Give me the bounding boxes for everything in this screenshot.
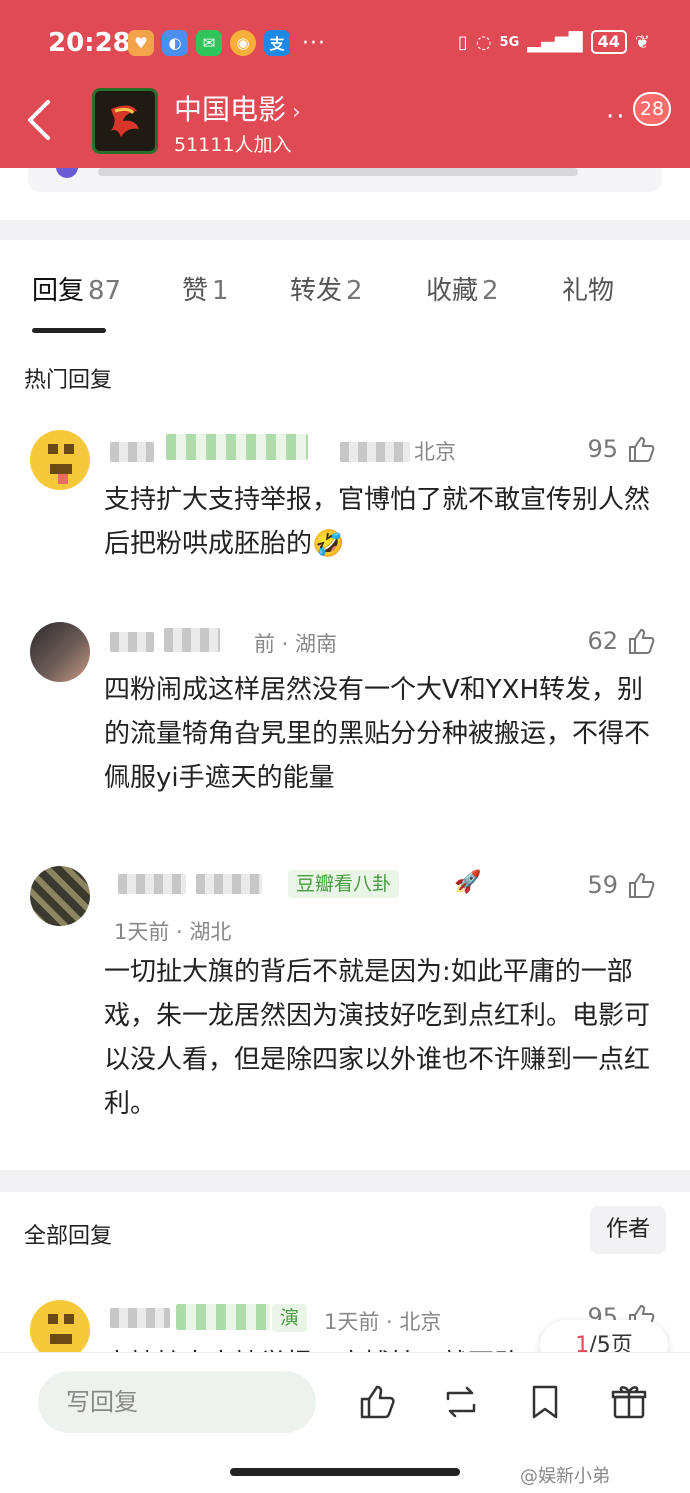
thumbs-up-icon[interactable]: [356, 1381, 398, 1423]
active-tab-indicator: [32, 328, 106, 333]
author-filter-button[interactable]: 作者: [590, 1206, 666, 1254]
more-notifications-icon: ···: [302, 30, 326, 56]
comment-item: 豆瓣看八卦 🚀 1天前 · 湖北 59 一切扯大旗的背后不就是因为:如此平庸的一…: [0, 858, 690, 1158]
comment-item: 北京 95 支持扩大支持举报，官博怕了就不敢宣传别人然后把粉哄成胚胎的🤣: [0, 420, 690, 580]
like-count: 59: [587, 871, 618, 899]
tab-bar: 回复 87 赞1 转发 2 收藏 2 礼物: [0, 270, 690, 333]
username-blur[interactable]: [110, 442, 154, 462]
watermark: @娱新小弟: [520, 1466, 610, 1487]
tab-gifts-label: 礼物: [562, 276, 615, 306]
comment-meta: 北京: [414, 440, 456, 464]
signal-icon: ▂▄▆█: [527, 31, 583, 53]
notification-badge: 28: [633, 92, 671, 126]
tab-likes[interactable]: 赞1: [182, 270, 229, 307]
back-arrow-icon[interactable]: [22, 96, 58, 144]
emoji-face-icon: [48, 1314, 74, 1344]
user-avatar[interactable]: [30, 866, 90, 926]
network-type: 5G: [499, 34, 520, 50]
user-badge-blur: [176, 1304, 270, 1330]
hotspot-icon: ◌: [475, 31, 492, 53]
more-options-icon[interactable]: ··: [606, 102, 627, 132]
comment-text: 一切扯大旗的背后不就是因为:如此平庸的一部戏，朱一龙居然因为演技好吃到点红利。电…: [104, 957, 651, 1119]
like-count: 62: [587, 627, 618, 655]
repost-icon[interactable]: [440, 1381, 482, 1423]
dragon-logo-icon: [111, 105, 139, 137]
hot-replies-title: 热门回复: [24, 368, 113, 393]
vibrate-icon: ▯: [457, 31, 468, 53]
username-blur: [164, 628, 220, 652]
comment-meta: 1天前 · 北京: [324, 1310, 442, 1334]
user-badge-blur: [166, 434, 308, 460]
like-button[interactable]: 62: [587, 626, 656, 656]
like-button[interactable]: 95: [587, 434, 656, 464]
user-avatar[interactable]: [30, 622, 90, 682]
all-replies-title: 全部回复: [24, 1224, 113, 1249]
comment-text: 支持扩大支持举报，官博怕了就不敢宣传别人然后把粉哄成胚胎的🤣: [104, 485, 651, 559]
time-blur: [340, 442, 410, 462]
bottom-action-bar: 写回复: [0, 1352, 690, 1452]
top-bar: 20:28 ♥ ◐ ✉ ◉ 支 ··· ▯ ◌ 5G ▂▄▆█ 44 ❦ 中国电…: [0, 0, 690, 168]
reply-input[interactable]: 写回复: [38, 1371, 316, 1433]
alipay-icon: 支: [264, 30, 290, 56]
comment-text: 四粉闹成这样居然没有一个大V和YXH转发，别的流量犄角旮旯里的黑贴分分种被搬运，…: [104, 675, 651, 793]
comment-meta: 前 · 湖南: [254, 632, 338, 656]
user-tag: 演: [272, 1304, 308, 1332]
tab-likes-count: 1: [212, 276, 229, 306]
comment-item: 前 · 湖南 62 四粉闹成这样居然没有一个大V和YXH转发，别的流量犄角旮旯里…: [0, 614, 690, 824]
chevron-right-icon: ›: [292, 100, 301, 125]
comment-meta: 1天前 · 湖北: [114, 920, 232, 944]
thumbs-up-icon: [629, 436, 655, 462]
user-tag: 豆瓣看八卦: [288, 870, 400, 898]
status-time: 20:28: [48, 28, 131, 58]
section-divider: [0, 1170, 690, 1192]
user-avatar[interactable]: [30, 430, 90, 490]
emoji-face-icon: [48, 444, 74, 484]
tab-favorites-label: 收藏: [426, 276, 479, 306]
post-text-blur: [98, 168, 578, 176]
group-title-text: 中国电影: [174, 93, 287, 126]
tab-favorites-count: 2: [482, 276, 499, 306]
app-browser-icon: ◐: [162, 30, 188, 56]
tab-likes-label: 赞: [182, 276, 209, 306]
user-avatar[interactable]: [30, 1300, 90, 1352]
thumbs-up-icon: [629, 628, 655, 654]
group-header: 中国电影 › 51111人加入 ·· 28: [0, 82, 690, 168]
app-heart-icon: ♥: [128, 30, 154, 56]
bookmark-icon[interactable]: [524, 1381, 566, 1423]
weibo-icon: ◉: [230, 30, 256, 56]
post-icon: [56, 168, 78, 178]
like-count: 95: [587, 435, 618, 463]
tab-reposts-label: 转发: [290, 276, 343, 306]
rocket-badge-icon: 🚀: [454, 870, 482, 895]
group-title[interactable]: 中国电影 ›: [174, 88, 301, 128]
like-button[interactable]: 59: [587, 870, 656, 900]
username-blur: [196, 874, 262, 894]
tab-reposts[interactable]: 转发 2: [290, 270, 363, 307]
group-avatar[interactable]: [92, 88, 158, 154]
notification-icons: ♥ ◐ ✉ ◉ 支 ···: [128, 30, 326, 56]
battery-icon: 44: [590, 30, 627, 54]
system-icons: ▯ ◌ 5G ▂▄▆█ 44 ❦: [458, 30, 650, 54]
tab-replies-count: 87: [88, 276, 122, 306]
tab-favorites[interactable]: 收藏 2: [426, 270, 499, 307]
tab-replies[interactable]: 回复 87: [32, 270, 121, 307]
tab-replies-label: 回复: [32, 276, 85, 306]
leaf-icon: ❦: [634, 31, 650, 53]
username-blur[interactable]: [110, 632, 154, 652]
home-indicator[interactable]: [230, 1468, 460, 1476]
tab-reposts-count: 2: [346, 276, 363, 306]
section-divider: [0, 220, 690, 240]
username-blur[interactable]: [118, 874, 186, 894]
username-blur[interactable]: [110, 1308, 170, 1328]
tab-gifts[interactable]: 礼物: [562, 270, 614, 307]
post-remnant: [28, 168, 662, 192]
gift-icon[interactable]: [608, 1381, 650, 1423]
group-member-count: 51111人加入: [174, 134, 292, 156]
status-bar: 20:28 ♥ ◐ ✉ ◉ 支 ··· ▯ ◌ 5G ▂▄▆█ 44 ❦: [0, 22, 690, 66]
thumbs-up-icon: [629, 872, 655, 898]
wechat-icon: ✉: [196, 30, 222, 56]
